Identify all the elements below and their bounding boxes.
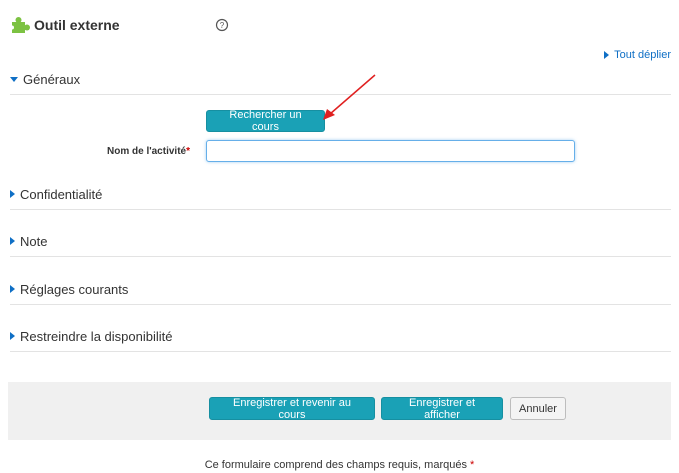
- puzzle-piece-icon: [10, 17, 30, 33]
- required-marker: *: [470, 459, 475, 471]
- section-note-header[interactable]: Note: [10, 233, 671, 249]
- annotation-arrow: [323, 74, 376, 120]
- section-confidentialite-label: Confidentialité: [20, 186, 103, 202]
- activity-name-label: Nom de l'activité*: [107, 146, 190, 157]
- section-divider: [10, 351, 671, 352]
- page-header: Outil externe: [10, 14, 120, 36]
- caret-down-icon: [10, 76, 18, 82]
- section-divider: [10, 304, 671, 305]
- section-restreindre-label: Restreindre la disponibilité: [20, 328, 173, 344]
- caret-right-icon: [10, 190, 15, 198]
- caret-right-icon: [10, 237, 15, 245]
- section-reglages-header[interactable]: Réglages courants: [10, 281, 671, 297]
- search-course-button[interactable]: Rechercher un cours: [206, 109, 325, 133]
- activity-name-input[interactable]: [206, 140, 575, 162]
- page-title: Outil externe: [34, 17, 120, 33]
- section-confidentialite-header[interactable]: Confidentialité: [10, 186, 671, 202]
- caret-right-icon: [10, 332, 15, 340]
- expand-all-label: Tout déplier: [614, 49, 671, 61]
- expand-all-link[interactable]: Tout déplier: [604, 49, 671, 61]
- section-divider: [10, 256, 671, 257]
- svg-text:?: ?: [220, 21, 225, 30]
- required-fields-note: Ce formulaire comprend des champs requis…: [204, 459, 475, 471]
- required-marker: *: [186, 146, 190, 157]
- save-return-button[interactable]: Enregistrer et revenir au cours: [209, 397, 375, 421]
- question-circle-icon[interactable]: ?: [215, 18, 229, 32]
- cancel-button[interactable]: Annuler: [510, 397, 566, 420]
- caret-right-icon: [10, 285, 15, 293]
- section-reglages-label: Réglages courants: [20, 281, 129, 297]
- section-generaux-label: Généraux: [23, 71, 81, 87]
- save-display-button[interactable]: Enregistrer et afficher: [381, 397, 503, 421]
- section-restreindre-header[interactable]: Restreindre la disponibilité: [10, 328, 671, 344]
- section-divider: [10, 209, 671, 210]
- section-note-label: Note: [20, 233, 48, 249]
- caret-right-icon: [604, 51, 610, 59]
